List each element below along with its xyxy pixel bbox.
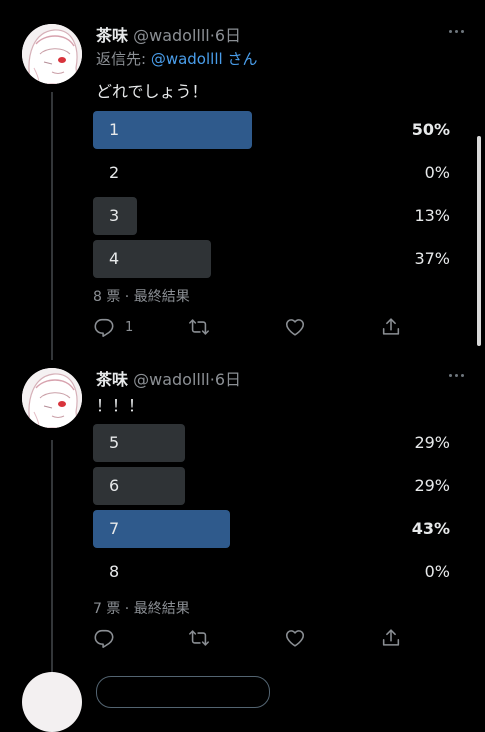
- tweet-header: 茶味 @wadollll·6日: [96, 366, 241, 390]
- poll-meta: 7 票 · 最終結果: [93, 601, 190, 617]
- reply-prefix: 返信先:: [96, 50, 151, 68]
- poll-option-percent: 0%: [424, 163, 450, 182]
- more-horizontal-icon[interactable]: [449, 374, 465, 378]
- poll-option-percent: 29%: [414, 476, 450, 495]
- display-name[interactable]: 茶味: [96, 370, 128, 389]
- poll-bar: [93, 424, 185, 462]
- retweet-button[interactable]: [188, 627, 220, 649]
- poll: 5 29% 6 29% 7 43% 8 0%: [93, 424, 453, 596]
- poll-option-percent: 29%: [414, 433, 450, 452]
- poll-option-label: 2: [109, 163, 120, 182]
- tweet-text: どれでしょう！: [96, 82, 208, 101]
- poll-option-percent: 13%: [414, 206, 450, 225]
- heart-icon: [284, 316, 306, 338]
- poll-option-label: 6: [109, 476, 120, 495]
- reply-button[interactable]: 1: [93, 316, 133, 338]
- reply-icon: [93, 627, 115, 649]
- show-more-button[interactable]: [96, 676, 270, 708]
- retweet-button[interactable]: [188, 316, 220, 338]
- like-button[interactable]: [284, 316, 316, 338]
- poll-option-label: 3: [109, 206, 120, 225]
- tweet-actions: [93, 627, 423, 649]
- poll-option: 4 37%: [93, 240, 453, 278]
- share-button[interactable]: [380, 316, 402, 338]
- tweet-header: 茶味 @wadollll·6日: [96, 22, 241, 46]
- poll-option: 3 13%: [93, 197, 453, 235]
- share-button[interactable]: [380, 627, 402, 649]
- thread-line: [51, 440, 53, 680]
- retweet-icon: [188, 627, 210, 649]
- poll-option-label: 5: [109, 433, 120, 452]
- poll-option-label: 1: [109, 120, 120, 139]
- poll-option-percent: 43%: [411, 519, 450, 538]
- poll-option-label: 4: [109, 249, 120, 268]
- poll-option-percent: 37%: [414, 249, 450, 268]
- display-name[interactable]: 茶味: [96, 26, 128, 45]
- tweet-text: ！！！: [96, 396, 145, 415]
- poll-option-label: 8: [109, 562, 120, 581]
- poll-option-percent: 0%: [424, 562, 450, 581]
- reply-count: 1: [125, 319, 134, 335]
- poll-option-label: 7: [109, 519, 120, 538]
- reply-to: 返信先: @wadollll さん: [96, 48, 257, 69]
- user-handle[interactable]: @wadollll: [133, 26, 210, 45]
- poll: 1 50% 2 0% 3 13% 4 37%: [93, 111, 453, 283]
- reply-suffix: さん: [222, 50, 258, 68]
- poll-option: 6 29%: [93, 467, 453, 505]
- timestamp[interactable]: 6日: [215, 26, 241, 45]
- poll-option: 8 0%: [93, 553, 453, 591]
- share-icon: [380, 316, 402, 338]
- timestamp[interactable]: 6日: [215, 370, 241, 389]
- tweet-actions: 1: [93, 316, 423, 338]
- reply-button[interactable]: [93, 627, 125, 649]
- share-icon: [380, 627, 402, 649]
- thread-line: [51, 92, 53, 360]
- scrollbar[interactable]: [477, 136, 481, 346]
- like-button[interactable]: [284, 627, 316, 649]
- more-horizontal-icon[interactable]: [449, 30, 465, 34]
- poll-option: 2 0%: [93, 154, 453, 192]
- avatar[interactable]: [22, 24, 82, 84]
- retweet-icon: [188, 316, 210, 338]
- poll-option-percent: 50%: [411, 120, 450, 139]
- poll-bar: [93, 467, 185, 505]
- avatar[interactable]: [22, 672, 82, 732]
- poll-option: 1 50%: [93, 111, 453, 149]
- poll-meta: 8 票 · 最終結果: [93, 289, 190, 305]
- reply-mention-link[interactable]: @wadollll: [151, 50, 223, 68]
- reply-icon: [93, 316, 115, 338]
- avatar[interactable]: [22, 368, 82, 428]
- heart-icon: [284, 627, 306, 649]
- poll-option: 7 43%: [93, 510, 453, 548]
- user-handle[interactable]: @wadollll: [133, 370, 210, 389]
- poll-option: 5 29%: [93, 424, 453, 462]
